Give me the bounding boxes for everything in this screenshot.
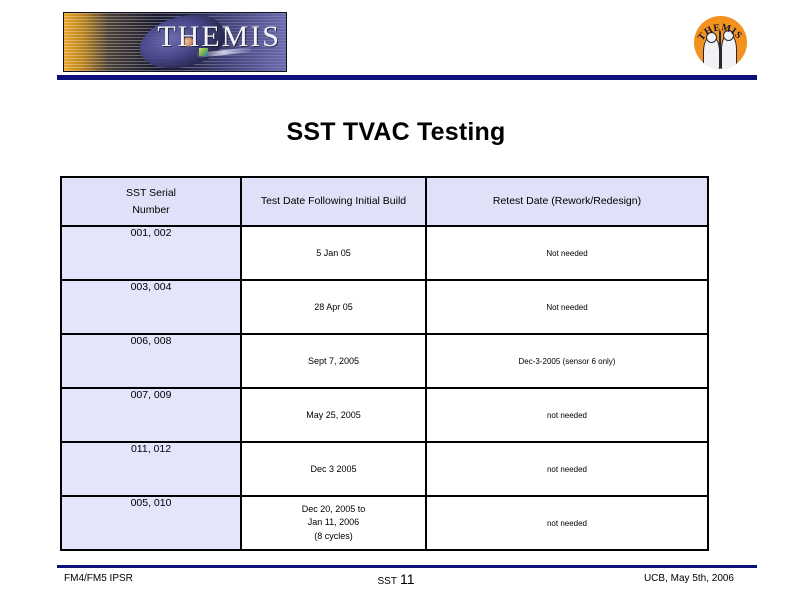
cell-serial: 007, 009 [60,387,242,443]
cell-retest-date: Not needed [425,279,709,335]
themis-wordmark: THEMIS [157,20,281,53]
table-row: 007, 009 May 25, 2005 not needed [60,387,709,443]
seal-arc-label: THEMIS [696,22,744,43]
sst-tvac-table: SST Serial Number Test Date Following In… [60,176,709,551]
column-header-test-date: Test Date Following Initial Build [240,176,427,227]
table-header: SST Serial Number Test Date Following In… [60,176,709,227]
cell-retest-date: not needed [425,387,709,443]
column-header-retest-date: Retest Date (Rework/Redesign) [425,176,709,227]
footer-divider-rule [57,565,757,568]
cell-test-date-line1: Dec 20, 2005 to [301,504,366,515]
cell-serial: 005, 010 [60,495,242,551]
cell-test-date: 5 Jan 05 [240,225,427,281]
column-header-serial-line2: Number [132,203,170,216]
cell-retest-date: not needed [425,495,709,551]
cell-serial: 011, 012 [60,441,242,497]
themis-banner-logo: THEMIS [63,12,287,72]
cell-test-date-line3: (8 cycles) [314,530,353,541]
cell-test-date: Dec 3 2005 [240,441,427,497]
cell-test-date: 28 Apr 05 [240,279,427,335]
cell-retest-date: Dec-3-2005 (sensor 6 only) [425,333,709,389]
column-header-serial: SST Serial Number [60,176,242,227]
table-header-row: SST Serial Number Test Date Following In… [60,176,709,227]
slide-header: THEMIS THEMIS [0,0,792,90]
cell-serial: 003, 004 [60,279,242,335]
table-row: 005, 010 Dec 20, 2005 to Jan 11, 2006 (8… [60,495,709,551]
footer-section-label: SST [377,576,397,587]
cell-serial: 006, 008 [60,333,242,389]
cell-test-date: Dec 20, 2005 to Jan 11, 2006 (8 cycles) [240,495,427,551]
table-body: 001, 002 5 Jan 05 Not needed 003, 004 28… [60,225,709,551]
table-row: 011, 012 Dec 3 2005 not needed [60,441,709,497]
column-header-serial-line1: SST Serial [126,187,176,200]
page-number: 11 [399,571,415,587]
page-title: SST TVAC Testing [286,118,506,146]
cell-retest-date: Not needed [425,225,709,281]
cell-test-date: May 25, 2005 [240,387,427,443]
svg-text:THEMIS: THEMIS [696,22,744,43]
themis-seal-logo: THEMIS [694,16,747,69]
header-divider-rule [57,75,757,80]
footer-right-label: UCB, May 5th, 2006 [643,573,734,584]
cell-test-date: Sept 7, 2005 [240,333,427,389]
cell-test-date-line2: Jan 11, 2006 [307,517,360,528]
cell-serial: 001, 002 [60,225,242,281]
seal-arc-text-icon: THEMIS [696,22,744,43]
table-row: 001, 002 5 Jan 05 Not needed [60,225,709,281]
cell-retest-date: not needed [425,441,709,497]
table-row: 006, 008 Sept 7, 2005 Dec-3-2005 (sensor… [60,333,709,389]
table-row: 003, 004 28 Apr 05 Not needed [60,279,709,335]
